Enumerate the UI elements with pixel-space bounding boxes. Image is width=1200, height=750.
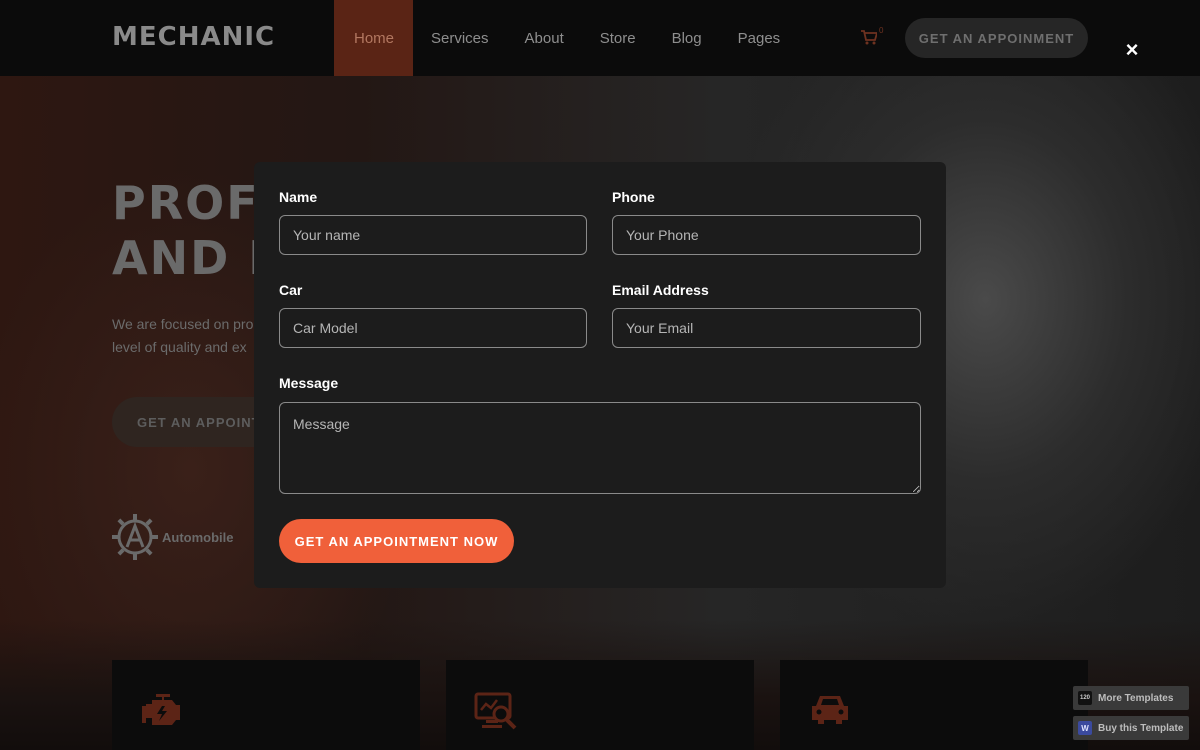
site-logo[interactable]: MECHANIC xyxy=(112,22,275,52)
more-templates-button[interactable]: 120 More Templates xyxy=(1073,686,1189,710)
hero-title-line: PROFE xyxy=(112,176,254,230)
cart-count-badge: 0 xyxy=(879,26,884,35)
templates-count-badge: 120 xyxy=(1078,691,1092,705)
name-label: Name xyxy=(279,189,318,205)
nav-item-store[interactable]: Store xyxy=(582,0,654,76)
nav-appointment-button[interactable]: GET AN APPOINMENT xyxy=(905,18,1088,58)
name-input[interactable] xyxy=(279,215,587,255)
email-input[interactable] xyxy=(612,308,921,348)
message-label: Message xyxy=(279,375,339,391)
hero-title-line: AND M xyxy=(112,231,254,285)
email-label: Email Address xyxy=(612,282,709,298)
top-navbar: MECHANIC Home Services About Store Blog … xyxy=(0,0,1200,76)
phone-label: Phone xyxy=(612,189,655,205)
service-card-car[interactable] xyxy=(780,660,1088,750)
appointment-modal: Name Phone Car Email Address Message GET… xyxy=(254,162,946,588)
engine-icon xyxy=(142,694,180,725)
partner-logo: Automobile xyxy=(112,514,234,560)
car-icon xyxy=(812,696,848,724)
diagnostics-icon xyxy=(474,692,517,730)
buy-template-label: Buy this Template xyxy=(1098,722,1184,734)
nav-item-blog[interactable]: Blog xyxy=(654,0,720,76)
close-icon: × xyxy=(1125,37,1139,62)
gear-a-icon xyxy=(112,514,158,560)
nav-item-services[interactable]: Services xyxy=(413,0,507,76)
nav-item-home[interactable]: Home xyxy=(334,0,413,76)
nav-item-pages[interactable]: Pages xyxy=(720,0,799,76)
hero-description: We are focused on pro level of quality a… xyxy=(112,313,254,359)
message-textarea[interactable] xyxy=(279,402,921,494)
phone-input[interactable] xyxy=(612,215,921,255)
hero-description-line: We are focused on pro xyxy=(112,316,254,332)
hero-title: PROFE AND M xyxy=(112,176,254,286)
service-card-diagnostics[interactable] xyxy=(446,660,754,750)
buy-template-icon: W xyxy=(1078,721,1092,735)
cart-button[interactable]: 0 xyxy=(861,26,885,48)
partner-label: Automobile xyxy=(162,529,234,545)
hero-description-line: level of quality and ex xyxy=(112,339,247,355)
car-model-input[interactable] xyxy=(279,308,587,348)
buy-template-button[interactable]: W Buy this Template xyxy=(1073,716,1189,740)
more-templates-label: More Templates xyxy=(1098,692,1174,704)
service-card-engine[interactable] xyxy=(112,660,420,750)
hero-appointment-button[interactable]: GET AN APPOINTM xyxy=(112,397,254,447)
nav-item-about[interactable]: About xyxy=(507,0,582,76)
cart-icon xyxy=(861,30,877,45)
main-nav: Home Services About Store Blog Pages xyxy=(334,0,798,76)
car-label: Car xyxy=(279,282,303,298)
submit-appointment-button[interactable]: GET AN APPOINTMENT NOW xyxy=(279,519,514,563)
close-modal-button[interactable]: × xyxy=(1120,37,1144,62)
